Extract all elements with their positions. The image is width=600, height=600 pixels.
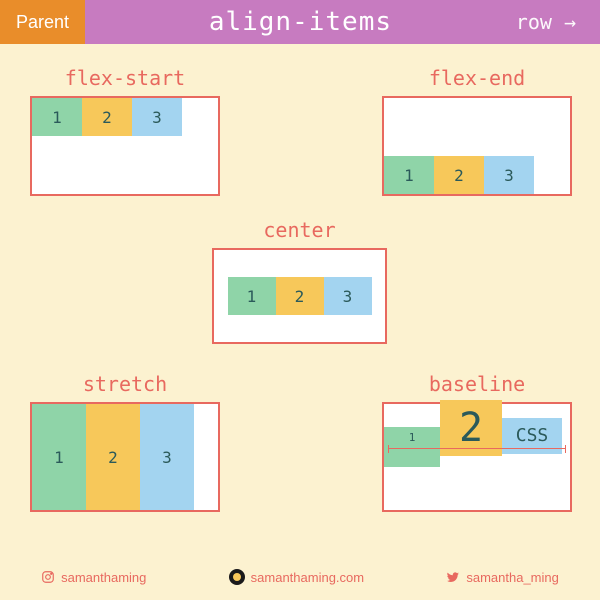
baseline-indicator xyxy=(388,448,566,449)
example-label: flex-end xyxy=(382,66,572,90)
flex-item: 1 xyxy=(228,277,276,315)
example-flex-start: flex-start 1 2 3 xyxy=(30,66,220,196)
flex-item: 1 xyxy=(384,427,440,467)
header-bar: Parent align-items row → xyxy=(0,0,600,44)
example-label: flex-start xyxy=(30,66,220,90)
example-flex-end: flex-end 1 2 3 xyxy=(382,66,572,196)
social-handle: samanthaming.com xyxy=(251,570,364,585)
flex-container: 1 2 3 xyxy=(382,96,572,196)
flex-container: 1 2 3 xyxy=(30,96,220,196)
twitter-icon xyxy=(446,570,460,584)
parent-badge: Parent xyxy=(0,0,85,44)
example-center: center 1 2 3 xyxy=(212,218,387,344)
social-instagram: samanthaming xyxy=(41,570,146,585)
flex-item: 1 xyxy=(32,404,86,510)
example-label: stretch xyxy=(30,372,220,396)
flex-direction-label: row → xyxy=(516,10,600,34)
flex-item: 3 xyxy=(140,404,194,510)
example-baseline: baseline 1 2 CSS xyxy=(382,372,572,512)
example-label: center xyxy=(212,218,387,242)
flex-item: 2 xyxy=(276,277,324,315)
flex-container: 1 2 CSS xyxy=(382,402,572,512)
example-stretch: stretch 1 2 3 xyxy=(30,372,220,512)
flex-container: 1 2 3 xyxy=(30,402,220,512)
flex-item: 1 xyxy=(32,98,82,136)
flex-item: 2 xyxy=(434,156,484,194)
flex-item: 3 xyxy=(132,98,182,136)
flex-item: 3 xyxy=(484,156,534,194)
flex-item: 3 xyxy=(324,277,372,315)
example-label: baseline xyxy=(382,372,572,396)
avatar-icon xyxy=(229,569,245,585)
flex-item: 1 xyxy=(384,156,434,194)
page-title: align-items xyxy=(85,7,516,37)
footer: samanthaming samanthaming.com samantha_m… xyxy=(0,554,600,600)
social-handle: samanthaming xyxy=(61,570,146,585)
social-twitter: samantha_ming xyxy=(446,570,559,585)
flex-container: 1 2 3 xyxy=(212,248,387,344)
social-handle: samantha_ming xyxy=(466,570,559,585)
instagram-icon xyxy=(41,570,55,584)
flex-item: 2 xyxy=(86,404,140,510)
diagram-canvas: flex-start 1 2 3 flex-end 1 2 3 center 1… xyxy=(0,44,600,554)
social-web: samanthaming.com xyxy=(229,569,364,585)
flex-item: 2 xyxy=(82,98,132,136)
